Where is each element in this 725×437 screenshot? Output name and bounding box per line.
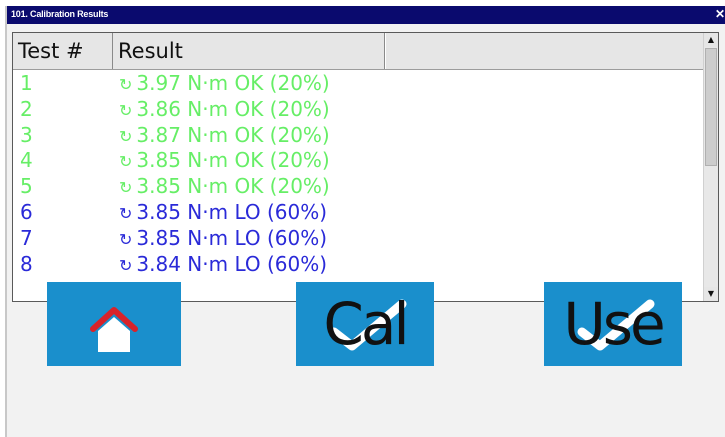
table-row[interactable]: 5 ↻ 3.85 N·m OK (20%) (13, 173, 703, 199)
column-header-result[interactable]: Result (113, 33, 385, 69)
refresh-icon: ↻ (119, 152, 133, 172)
window-title: 101. Calibration Results (11, 9, 109, 19)
column-header-empty (385, 33, 703, 69)
test-number: 4 (20, 148, 33, 173)
scroll-up-arrow-icon[interactable]: ▲ (704, 33, 718, 47)
result-text: 3.85 N·m LO (60%) (136, 225, 328, 250)
result-cell: ↻ 3.85 N·m LO (60%) (119, 199, 327, 227)
test-number: 2 (20, 96, 33, 121)
result-text: 3.97 N·m OK (20%) (136, 71, 330, 95)
column-header-test[interactable]: Test # (13, 33, 113, 69)
result-cell: ↻ 3.84 N·m LO (60%) (119, 251, 327, 279)
refresh-icon: ↻ (119, 126, 133, 146)
result-cell: ↻ 3.85 N·m OK (20%) (119, 147, 330, 175)
table-row[interactable]: 2 ↻ 3.86 N·m OK (20%) (13, 96, 703, 122)
use-button-label: Use (563, 290, 665, 358)
result-cell: ↻ 3.86 N·m OK (20%) (119, 96, 330, 124)
refresh-icon: ↻ (119, 75, 133, 94)
test-number: 6 (20, 199, 33, 224)
table-row[interactable]: 7 ↻ 3.85 N·m LO (60%) (13, 225, 703, 251)
result-text: 3.86 N·m OK (20%) (136, 96, 330, 121)
result-cell: ↻ 3.87 N·m OK (20%) (119, 122, 330, 150)
use-button[interactable]: Use (544, 282, 682, 366)
test-number: 7 (20, 225, 33, 250)
result-cell: ↻ 3.85 N·m LO (60%) (119, 225, 327, 253)
result-cell: ↻ 3.97 N·m OK (20%) (119, 70, 330, 98)
cal-button-label: Cal (323, 290, 409, 358)
table-row[interactable]: 3 ↻ 3.87 N·m OK (20%) (13, 122, 703, 148)
scrollbar-thumb[interactable] (705, 48, 717, 166)
refresh-icon: ↻ (119, 203, 133, 223)
test-number: 3 (20, 122, 33, 147)
refresh-icon: ↻ (119, 229, 133, 249)
result-text: 3.85 N·m OK (20%) (136, 148, 330, 173)
test-number: 5 (20, 174, 33, 199)
result-text: 3.84 N·m LO (60%) (136, 251, 328, 276)
table-row[interactable]: 1 ↻ 3.97 N·m OK (20%) (13, 70, 703, 96)
results-list[interactable]: Test # Result 1 ↻ 3.97 N·m OK (20%) 2 ↻ 3.86 … (12, 32, 719, 302)
test-number: 8 (20, 251, 33, 276)
table-row[interactable]: 4 ↻ 3.85 N·m OK (20%) (13, 147, 703, 173)
result-text: 3.87 N·m OK (20%) (136, 122, 330, 147)
test-number: 1 (20, 71, 33, 95)
list-header: Test # Result (13, 33, 703, 70)
title-bar: 101. Calibration Results ✕ (7, 6, 725, 24)
refresh-icon: ↻ (119, 255, 133, 275)
home-button[interactable] (47, 282, 181, 366)
list-rows: 1 ↻ 3.97 N·m OK (20%) 2 ↻ 3.86 N·m OK (20%) 3 ↻… (13, 70, 703, 276)
vertical-scrollbar[interactable]: ▲ ▼ (703, 33, 718, 301)
result-text: 3.85 N·m OK (20%) (136, 174, 330, 199)
refresh-icon: ↻ (119, 178, 133, 198)
cal-button[interactable]: Cal (296, 282, 434, 366)
result-cell: ↻ 3.85 N·m OK (20%) (119, 173, 330, 201)
refresh-icon: ↻ (119, 100, 133, 120)
scroll-down-arrow-icon[interactable]: ▼ (704, 287, 718, 301)
close-icon[interactable]: ✕ (713, 7, 725, 22)
home-icon (90, 307, 138, 352)
table-row[interactable]: 8 ↻ 3.84 N·m LO (60%) (13, 251, 703, 277)
result-text: 3.85 N·m LO (60%) (136, 199, 328, 224)
table-row[interactable]: 6 ↻ 3.85 N·m LO (60%) (13, 199, 703, 225)
